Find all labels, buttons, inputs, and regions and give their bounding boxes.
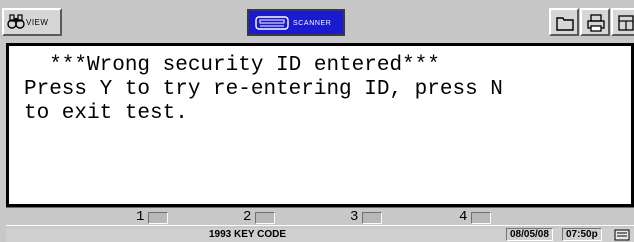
function-key-label: 1 <box>136 209 145 225</box>
status-time: 07:50p <box>562 228 602 241</box>
function-key-indicator <box>255 212 275 224</box>
binoculars-icon <box>7 14 25 29</box>
function-key-indicator <box>148 212 168 224</box>
function-key-bar: 1 2 3 4 <box>6 207 634 226</box>
view-label: VIEW <box>26 18 49 27</box>
message-screen: ***Wrong security ID entered*** Press Y … <box>6 43 634 207</box>
scanner-icon <box>255 16 289 30</box>
help-icon <box>618 15 634 31</box>
message-line-2: Press Y to try re-entering ID, press N <box>24 78 503 101</box>
function-key-label: 3 <box>350 209 359 225</box>
folder-button[interactable] <box>549 8 579 36</box>
function-key-indicator <box>362 212 382 224</box>
folder-icon <box>556 17 574 31</box>
message-line-1: ***Wrong security ID entered*** <box>24 54 440 77</box>
view-button[interactable]: VIEW <box>2 8 62 36</box>
status-title: 1993 KEY CODE <box>209 229 287 240</box>
help-button[interactable] <box>611 8 634 36</box>
toolbar: VIEW SCANNER <box>0 0 634 40</box>
function-key-indicator <box>471 212 491 224</box>
status-date: 08/05/08 <box>506 228 553 241</box>
function-key-label: 4 <box>459 209 468 225</box>
print-button[interactable] <box>580 8 610 36</box>
message-line-3: to exit test. <box>24 102 188 125</box>
function-key-label: 2 <box>243 209 252 225</box>
printer-icon <box>587 14 605 32</box>
status-bar: 1993 KEY CODE 08/05/08 07:50p <box>6 228 634 242</box>
scanner-label: SCANNER <box>293 20 332 27</box>
keyboard-icon[interactable] <box>614 228 630 242</box>
scanner-button[interactable]: SCANNER <box>247 9 345 36</box>
